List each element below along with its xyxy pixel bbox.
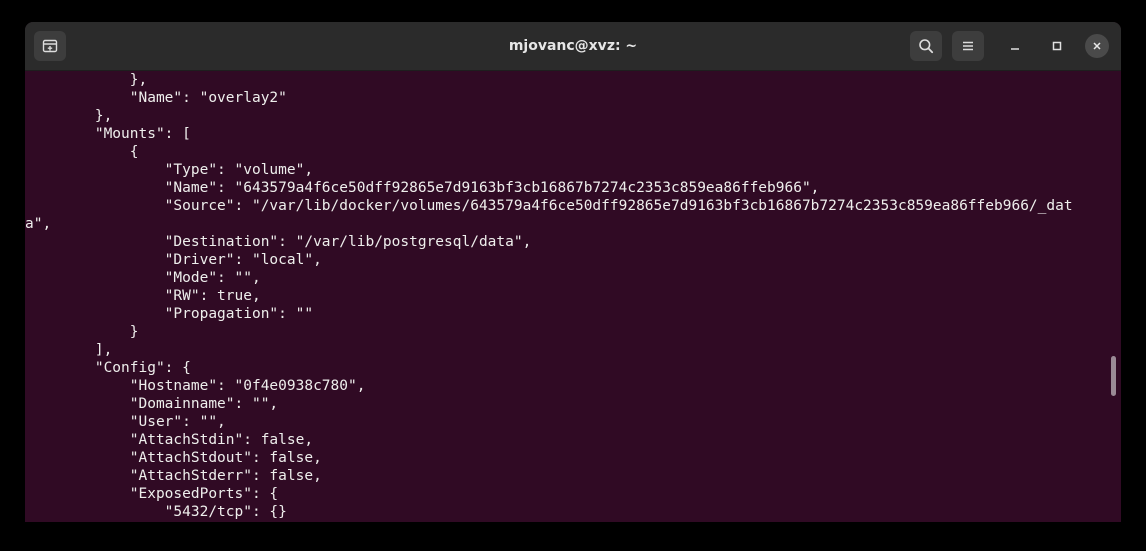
terminal-line: "Name": "overlay2" xyxy=(25,90,287,106)
terminal-line: { xyxy=(25,144,139,160)
terminal-line: "Source": "/var/lib/docker/volumes/64357… xyxy=(25,198,1073,214)
terminal-line: a", xyxy=(25,216,52,232)
minimize-icon xyxy=(1011,48,1019,50)
terminal-line: "AttachStderr": false, xyxy=(25,468,322,484)
terminal-line: "AttachStdin": false, xyxy=(25,432,314,448)
terminal-line: "ExposedPorts": { xyxy=(25,486,279,502)
search-icon xyxy=(919,39,934,54)
terminal-output[interactable]: }, "Name": "overlay2" }, "Mounts": [ { "… xyxy=(25,71,1105,522)
terminal-line: "Config": { xyxy=(25,360,191,376)
terminal-line: }, xyxy=(25,108,113,124)
terminal-line: "Mode": "", xyxy=(25,270,261,286)
minimize-button[interactable] xyxy=(1003,34,1027,58)
terminal-line: "User": "", xyxy=(25,414,226,430)
terminal-line: "Mounts": [ xyxy=(25,126,191,142)
terminal-line: "RW": true, xyxy=(25,288,261,304)
terminal-line: "5432/tcp": {} xyxy=(25,504,287,520)
terminal-line: ], xyxy=(25,342,113,358)
terminal-window: mjovanc@xvz: ~}, "Name": "overlay2"}, … xyxy=(25,22,1121,522)
terminal-line: "Destination": "/var/lib/postgresql/data… xyxy=(25,234,532,250)
terminal-line: "AttachStdout": false, xyxy=(25,450,322,466)
terminal-line: "Type": "volume", xyxy=(25,162,314,178)
hamburger-menu-icon xyxy=(963,41,973,51)
scrollbar-thumb[interactable] xyxy=(1111,356,1116,396)
terminal-line: "Driver": "local", xyxy=(25,252,322,268)
terminal-line: } xyxy=(25,324,139,340)
search-button[interactable] xyxy=(910,31,942,61)
maximize-icon xyxy=(1052,41,1062,51)
maximize-button[interactable] xyxy=(1045,34,1069,58)
terminal-line: "Name": "643579a4f6ce50dff92865e7d9163bf… xyxy=(25,180,820,196)
close-icon xyxy=(1093,42,1101,50)
menu-button[interactable] xyxy=(952,31,984,61)
title-bar[interactable]: mjovanc@xvz: ~ xyxy=(25,22,1121,71)
terminal-line: "Hostname": "0f4e0938c780", xyxy=(25,378,366,394)
terminal-line: "Propagation": "" xyxy=(25,306,314,322)
terminal-line: }, xyxy=(25,72,148,88)
terminal-line: "Domainname": "", xyxy=(25,396,279,412)
close-button[interactable] xyxy=(1085,34,1109,58)
